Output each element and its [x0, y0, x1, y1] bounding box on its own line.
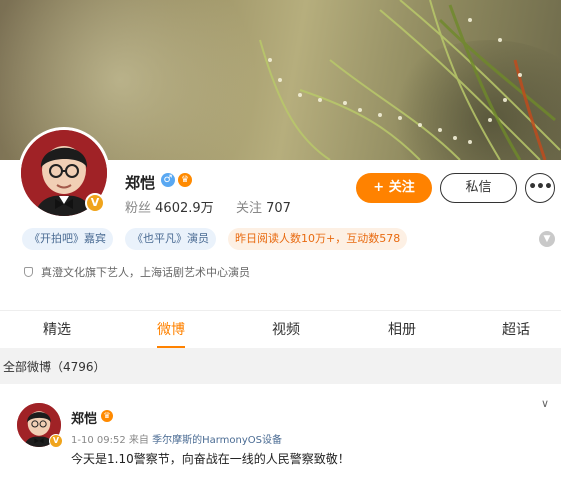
profile-name: 郑恺	[125, 174, 156, 192]
more-options-button[interactable]: •••	[525, 173, 555, 203]
profile-tabs: 精选 微博 视频 相册 超话	[0, 310, 561, 348]
tab-videos[interactable]: 视频	[261, 311, 311, 349]
tag-show-guest[interactable]: 《开拍吧》嘉宾	[22, 228, 113, 250]
following-count[interactable]: 707	[266, 201, 291, 216]
follow-button[interactable]: + 关注	[356, 173, 432, 203]
tab-super-topic[interactable]: 超话	[491, 311, 541, 349]
fans-count[interactable]: 4602.9万	[155, 201, 214, 216]
tag-drama-actor[interactable]: 《也平凡》演员	[125, 228, 216, 250]
crown-icon[interactable]: ♛	[178, 173, 192, 187]
tab-albums[interactable]: 相册	[377, 311, 427, 349]
tag-read-stats[interactable]: 昨日阅读人数10万+，互动数578	[228, 228, 408, 250]
post-time[interactable]: 1-10 09:52	[71, 435, 126, 446]
chevron-down-icon[interactable]: ∨	[541, 397, 549, 410]
crown-icon: ♛	[101, 410, 113, 422]
post-author[interactable]: 郑恺	[71, 408, 97, 427]
profile-description: 真澄文化旗下艺人，上海话剧艺术中心演员	[24, 264, 250, 280]
post-source-prefix: 来自	[128, 435, 149, 446]
gender-male-icon: ♂	[161, 173, 175, 187]
shield-icon	[24, 267, 33, 277]
profile-stats: 粉丝 4602.9万 关注 707	[125, 197, 291, 216]
following-label: 关注	[235, 201, 262, 216]
post-source: 季尔摩斯的HarmonyOS设备	[152, 435, 282, 446]
fans-label: 粉丝	[125, 201, 152, 216]
message-button[interactable]: 私信	[440, 173, 517, 203]
post-meta: 1-10 09:52 来自 季尔摩斯的HarmonyOS设备	[71, 431, 282, 446]
post-text: 今天是1.10警察节，向奋战在一线的人民警察致敬！	[71, 452, 350, 466]
all-posts-header[interactable]: 全部微博（4796）	[0, 355, 561, 380]
verified-v-icon: V	[49, 434, 63, 448]
verified-v-icon: V	[85, 193, 105, 213]
tab-featured[interactable]: 精选	[32, 311, 82, 349]
expand-chevron-icon[interactable]: ▼	[539, 231, 555, 247]
tab-weibo[interactable]: 微博	[146, 311, 196, 349]
